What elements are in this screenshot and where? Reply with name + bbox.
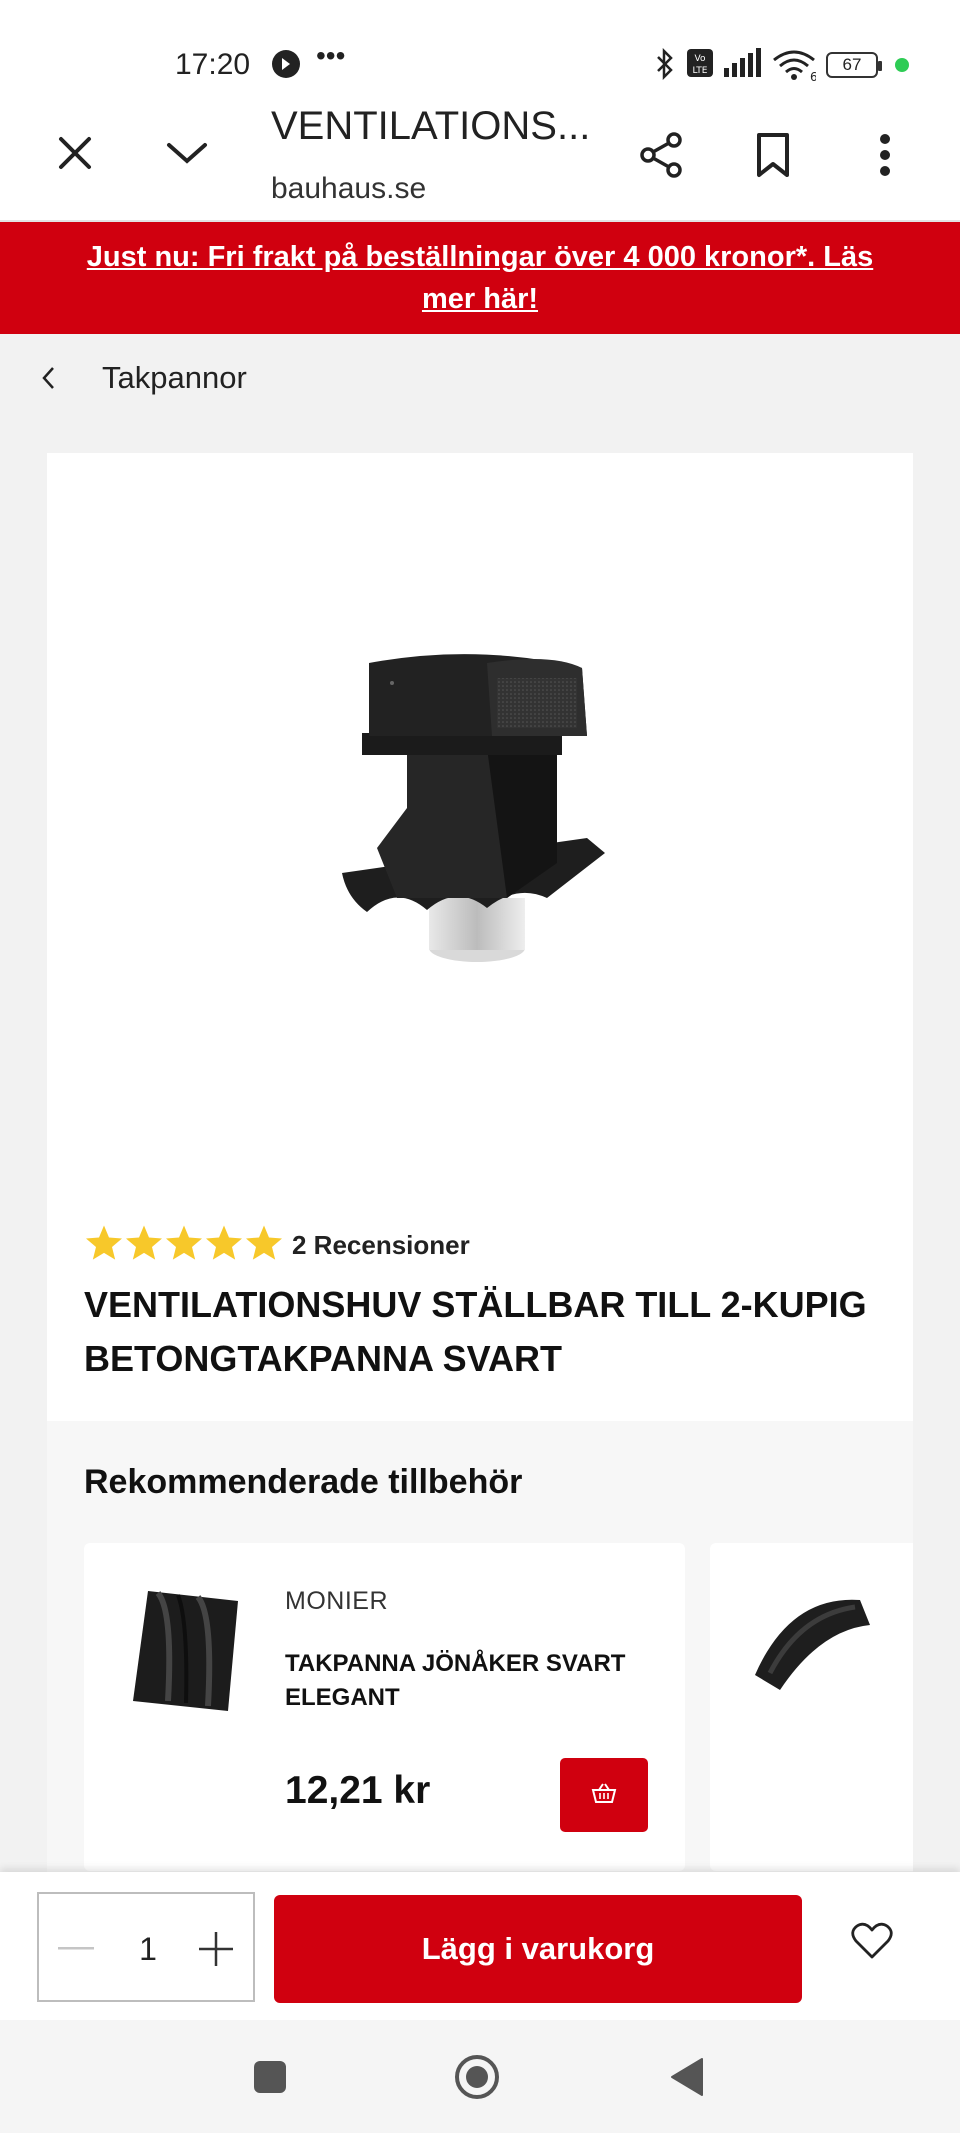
- add-to-cart-button[interactable]: Lägg i varukorg: [274, 1895, 802, 2003]
- product-card: 2 Recensioner VENTILATIONSHUV STÄLLBAR T…: [47, 453, 913, 1421]
- svg-text:6: 6: [810, 70, 816, 82]
- recommended-accessories: Rekommenderade tillbehör MONIER TAKPANNA…: [47, 1421, 913, 1872]
- bookmark-icon[interactable]: [750, 130, 796, 180]
- svg-text:LTE: LTE: [693, 66, 708, 76]
- svg-text:Vo: Vo: [695, 54, 706, 64]
- product-image[interactable]: [337, 648, 627, 988]
- purchase-action-bar: 1 Lägg i varukorg: [0, 1872, 960, 2020]
- breadcrumb-label[interactable]: Takpannor: [102, 360, 247, 396]
- promo-banner-link[interactable]: Just nu: Fri frakt på beställningar över…: [0, 222, 960, 334]
- recommended-brand: MONIER: [285, 1587, 388, 1615]
- recents-square-icon[interactable]: [245, 2052, 295, 2102]
- chevron-left-icon: [40, 365, 80, 391]
- more-notifications-icon: •••: [316, 40, 346, 71]
- recommended-heading: Rekommenderade tillbehör: [84, 1463, 523, 1501]
- star-icon: [204, 1223, 244, 1268]
- add-to-cart-basket-button[interactable]: [560, 1758, 648, 1832]
- ridge-tile-image[interactable]: [750, 1585, 870, 1695]
- review-count[interactable]: 2 Recensioner: [292, 1230, 470, 1261]
- volte-icon: Vo LTE: [686, 48, 714, 85]
- heart-icon[interactable]: [848, 1917, 896, 1965]
- minus-icon[interactable]: [53, 1926, 99, 1972]
- breadcrumb[interactable]: Takpannor: [40, 352, 247, 404]
- recommended-name[interactable]: TAKPANNA JÖNÅKER SVART ELEGANT: [285, 1647, 645, 1715]
- do-not-disturb-icon: [270, 48, 302, 87]
- page-title: VENTILATIONS...: [271, 104, 591, 148]
- battery-icon: 67: [826, 52, 882, 78]
- status-time: 17:20: [175, 48, 251, 81]
- basket-icon: [591, 1782, 617, 1809]
- status-bar: 17:20 ••• Vo LTE 6 67: [0, 0, 960, 100]
- recommended-price: 12,21 kr: [285, 1769, 431, 1812]
- star-icon: [164, 1223, 204, 1268]
- more-options-icon[interactable]: [862, 130, 908, 180]
- close-icon[interactable]: [52, 130, 98, 176]
- back-triangle-icon[interactable]: [662, 2052, 712, 2102]
- quantity-stepper: 1: [37, 1892, 255, 2002]
- quantity-value[interactable]: 1: [119, 1926, 177, 1972]
- privacy-indicator-dot: [895, 58, 909, 72]
- star-icon: [244, 1223, 284, 1268]
- signal-icon: [722, 48, 762, 85]
- product-rating[interactable]: 2 Recensioner: [84, 1223, 470, 1268]
- page-domain: bauhaus.se: [271, 172, 427, 205]
- plus-icon[interactable]: [193, 1926, 239, 1972]
- share-icon[interactable]: [636, 130, 686, 180]
- roof-tile-image[interactable]: [128, 1581, 248, 1721]
- bluetooth-icon: [654, 47, 676, 87]
- recommended-product-card-partial[interactable]: [710, 1543, 913, 1871]
- recommended-product-card[interactable]: MONIER TAKPANNA JÖNÅKER SVART ELEGANT 12…: [84, 1543, 685, 1871]
- product-title: VENTILATIONSHUV STÄLLBAR TILL 2-KUPIG BE…: [84, 1284, 867, 1379]
- wifi-6-icon: 6: [772, 48, 818, 89]
- home-circle-icon[interactable]: [452, 2052, 502, 2102]
- star-icon: [124, 1223, 164, 1268]
- star-icon: [84, 1223, 124, 1268]
- chevron-down-icon[interactable]: [162, 130, 212, 176]
- system-navigation-bar: [0, 2020, 960, 2133]
- browser-toolbar: VENTILATIONS... bauhaus.se: [0, 100, 960, 222]
